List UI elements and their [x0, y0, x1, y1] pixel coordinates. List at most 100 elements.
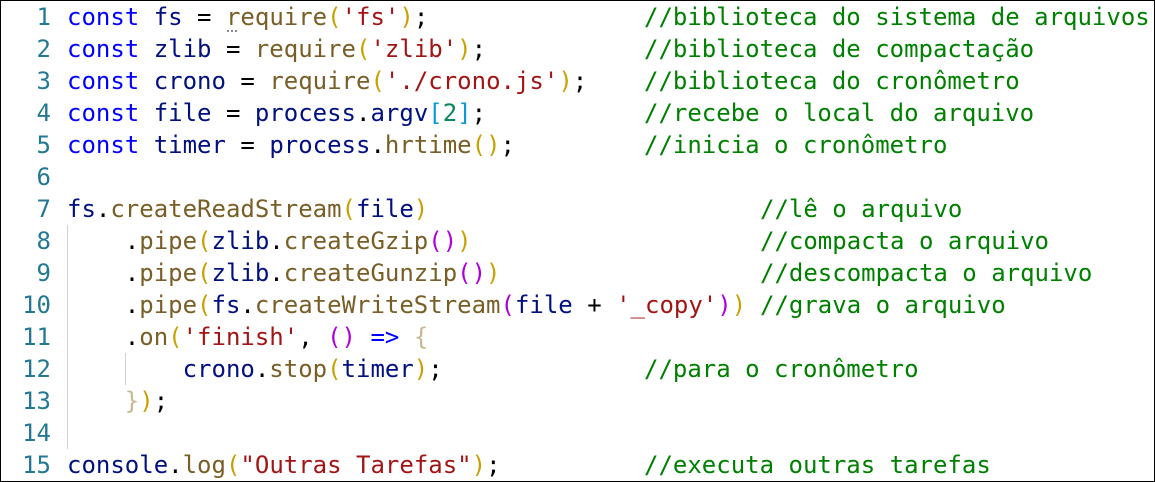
code-token: ): [471, 451, 487, 479]
code-token: console: [67, 451, 169, 479]
code-token: ): [457, 227, 472, 255]
code-token: {: [413, 323, 429, 351]
code-token: (): [457, 259, 487, 287]
code-token: createReadStream: [110, 195, 342, 223]
code-token: zlib: [211, 259, 270, 287]
code-line[interactable]: 11 .on('finish', () => {: [1, 321, 1154, 353]
code-token: hrtime: [384, 131, 472, 159]
code-token: =>: [370, 323, 400, 351]
code-token: .: [95, 195, 111, 223]
code-token: .: [67, 259, 140, 287]
code-token: fs: [211, 291, 241, 319]
code-token: const: [67, 35, 140, 63]
code-token: (: [225, 451, 241, 479]
code-token: '_copy': [616, 291, 718, 319]
code-token: (: [197, 291, 212, 319]
code-token: =: [211, 99, 255, 127]
code-editor[interactable]: 1 const fs = require('fs');//biblioteca d…: [0, 0, 1155, 482]
code-token: [: [428, 99, 443, 127]
code-text: const crono = require('./crono.js');: [67, 65, 587, 97]
code-token: ): [717, 291, 732, 319]
indent-guide-outer: [67, 225, 68, 449]
line-number: 14: [22, 419, 51, 447]
code-token: zlib: [153, 35, 212, 63]
code-line[interactable]: 14: [1, 417, 1154, 449]
code-token: 'zlib': [370, 35, 458, 63]
code-line[interactable]: 13 });: [1, 385, 1154, 417]
code-token: argv: [370, 99, 429, 127]
line-number: 4: [36, 99, 51, 127]
code-line[interactable]: 3 const crono = require('./crono.js'); //b…: [1, 65, 1154, 97]
code-comment: //descompacta o arquivo: [760, 259, 1093, 287]
code-line[interactable]: 2 const zlib = require('zlib'); //bibliote…: [1, 33, 1154, 65]
code-token: ;: [471, 99, 487, 127]
code-line[interactable]: 6: [1, 161, 1154, 193]
code-text: const zlib = require('zlib');: [67, 33, 486, 65]
code-token: (): [471, 131, 501, 159]
code-line[interactable]: 7 fs.createReadStream(file) //lê o arquivo: [1, 193, 1154, 225]
line-number: 7: [36, 195, 51, 223]
code-token: ;: [500, 131, 515, 159]
code-token: .: [67, 291, 140, 319]
code-token: (: [197, 259, 212, 287]
code-line[interactable]: 9 .pipe(zlib.createGunzip())//descompact…: [1, 257, 1154, 289]
code-comment: //para o cronômetro: [644, 355, 919, 383]
code-line[interactable]: 8 .pipe(zlib.createGzip())//compacta o a…: [1, 225, 1154, 257]
code-comment: //biblioteca de compactação: [644, 35, 1035, 63]
code-line[interactable]: 5 const timer = process.hrtime(); //inicia…: [1, 129, 1154, 161]
code-text: .pipe(fs.createWriteStream(file + '_copy…: [67, 289, 761, 321]
code-token: process: [254, 99, 357, 127]
code-token: createWriteStream: [254, 291, 501, 319]
code-line[interactable]: 12 crono.stop(timer); //para o cronômetro: [1, 353, 1154, 385]
code-token: (: [500, 291, 515, 319]
code-text: crono.stop(timer);: [67, 353, 443, 385]
code-text: .pipe(zlib.createGunzip()): [67, 257, 501, 289]
code-token: (): [327, 323, 357, 351]
code-token: ]: [457, 99, 472, 127]
code-token: (: [370, 67, 385, 95]
code-text: fs.createReadStream(file): [67, 193, 428, 225]
code-token: file: [356, 195, 414, 223]
code-token: ;: [413, 3, 429, 31]
code-token: ): [399, 3, 414, 31]
code-token: ;: [471, 35, 487, 63]
code-token: =: [211, 35, 255, 63]
code-text: const timer = process.hrtime();: [67, 129, 515, 161]
code-line[interactable]: 1 const fs = require('fs'); //biblioteca d…: [1, 1, 1154, 33]
code-line[interactable]: 15 console.log("Outras Tarefas"); //execut…: [1, 449, 1154, 481]
code-line[interactable]: 4 const file = process.argv[2]; //recebe o…: [1, 97, 1154, 129]
code-token: const: [67, 99, 140, 127]
line-number: 12: [22, 355, 51, 383]
code-comment: //biblioteca do cronômetro: [644, 67, 1020, 95]
code-line[interactable]: 10 .pipe(fs.createWriteStream(file + '_c…: [1, 289, 1154, 321]
line-number: 3: [36, 67, 51, 95]
code-token: ;: [486, 451, 501, 479]
code-token: createGzip: [283, 227, 429, 255]
code-text: const file = process.argv[2];: [67, 97, 486, 129]
code-token: +: [572, 291, 617, 319]
code-token: './crono.js': [384, 67, 559, 95]
code-token: createGunzip: [283, 259, 458, 287]
code-token: pipe: [139, 259, 198, 287]
code-token: "Outras Tarefas": [240, 451, 472, 479]
code-token: .: [269, 259, 284, 287]
code-token: stop: [269, 355, 328, 383]
code-token: .: [254, 355, 270, 383]
code-token: 'finish': [182, 323, 299, 351]
code-token: (: [327, 355, 342, 383]
code-comment: //grava o arquivo: [760, 291, 1006, 319]
code-token: timer: [341, 355, 414, 383]
code-token: require: [254, 35, 357, 63]
code-token: log: [182, 451, 226, 479]
code-text: .pipe(zlib.createGzip()): [67, 225, 472, 257]
code-text: .on('finish', () => {: [67, 321, 428, 353]
code-token: on: [139, 323, 169, 351]
